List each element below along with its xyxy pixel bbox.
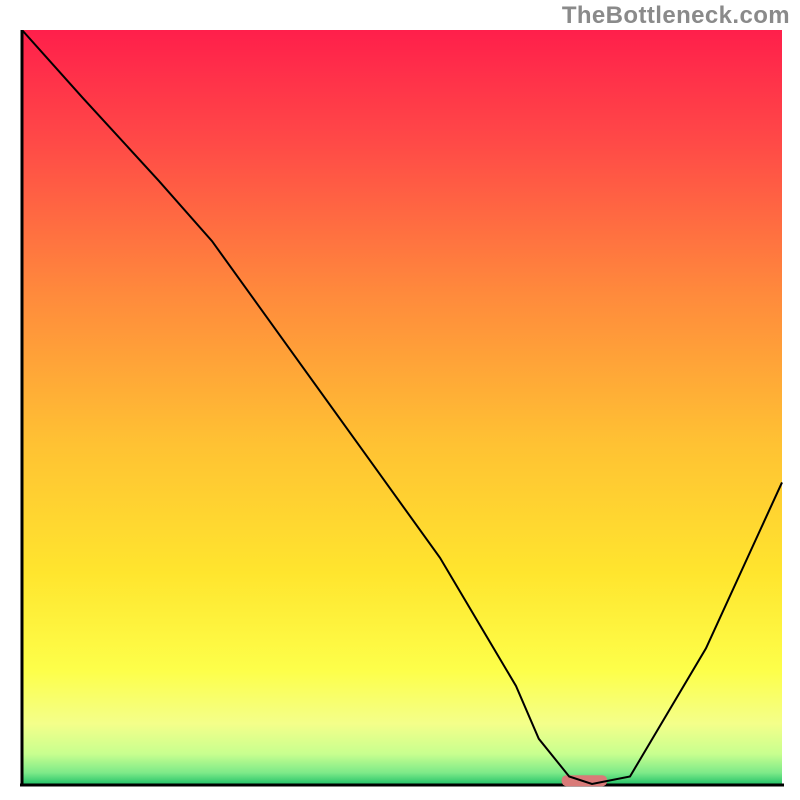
- chart-container: { "watermark": "TheBottleneck.com", "cha…: [0, 0, 800, 800]
- bottleneck-chart: [20, 30, 784, 790]
- watermark-text: TheBottleneck.com: [562, 2, 790, 30]
- plot-background: [22, 30, 782, 784]
